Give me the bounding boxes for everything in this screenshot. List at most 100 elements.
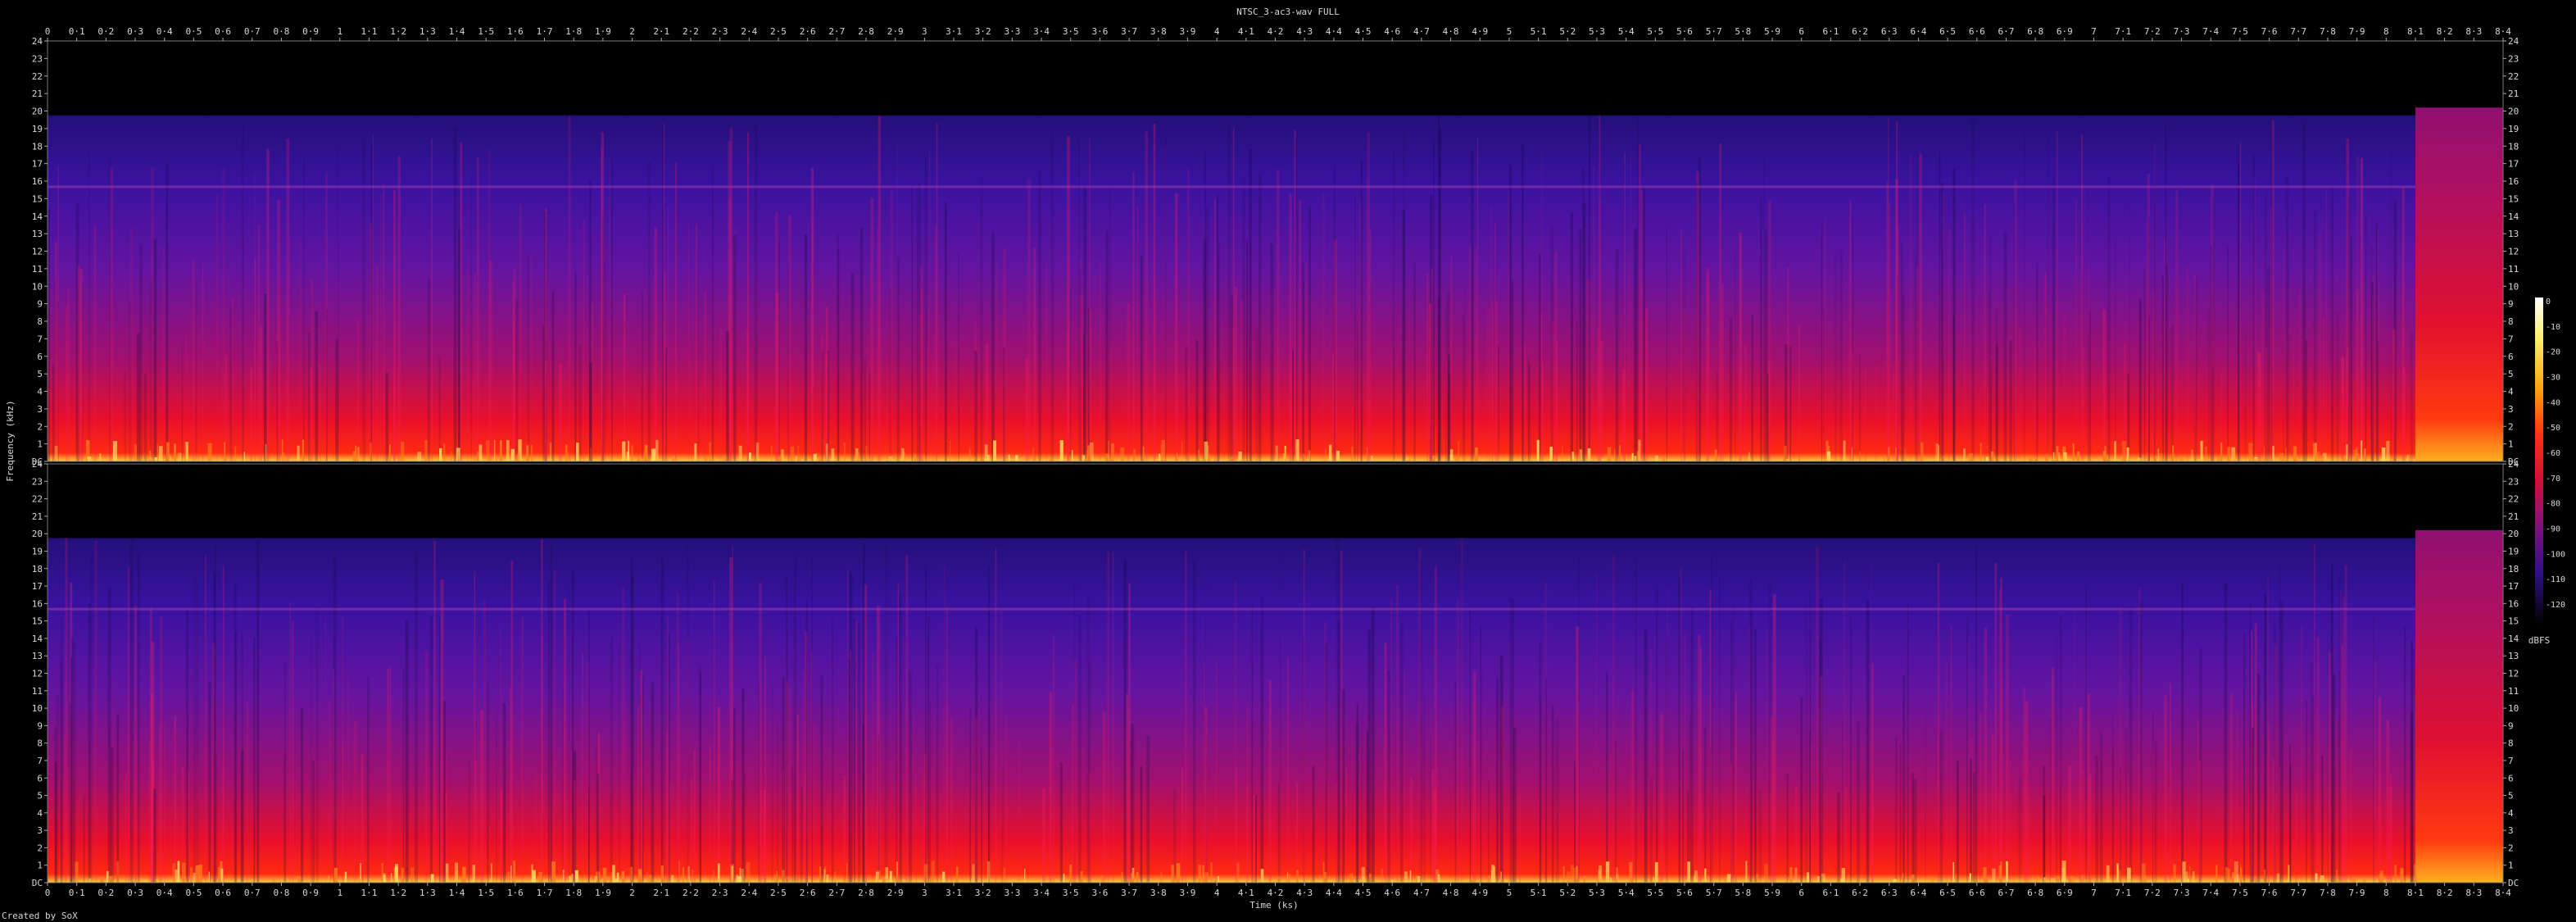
bass-energy — [1404, 871, 1408, 883]
spectrum-streak — [474, 571, 476, 883]
y-tick-label: 8 — [2508, 738, 2514, 749]
spectrum-streak — [2410, 711, 2414, 883]
x-tick-label: 2·1 — [653, 26, 669, 37]
bass-energy — [1160, 871, 1163, 883]
spectrum-streak — [911, 184, 914, 461]
spectrum-streak — [1140, 256, 1143, 461]
spectrum-streak — [292, 620, 294, 883]
spectrum-streak — [1457, 598, 1459, 883]
bass-energy — [2277, 873, 2279, 883]
bass-energy — [2220, 442, 2223, 461]
spectrum-streak — [487, 683, 489, 883]
bass-energy — [1260, 869, 1264, 883]
spectrum-streak — [1195, 339, 1199, 461]
bass-energy — [2294, 457, 2297, 461]
bass-energy — [1003, 868, 1006, 883]
bass-energy — [344, 871, 347, 883]
spectrum-streak — [1892, 365, 1895, 461]
spectrum-streak — [1444, 299, 1449, 461]
y-tick-label: 2 — [2508, 843, 2514, 853]
y-tick-label: 19 — [32, 124, 43, 134]
y-tick-label: 5 — [37, 791, 43, 802]
spectrum-streak — [870, 198, 874, 461]
spectrum-streak — [2274, 643, 2278, 883]
spectrum-streak — [786, 575, 788, 883]
bass-energy — [771, 445, 773, 461]
x-tick-label: 2·1 — [653, 888, 669, 898]
bass-energy — [234, 446, 237, 461]
bass-energy — [1408, 455, 1410, 461]
x-tick-label: 6·2 — [1852, 26, 1868, 37]
spectrum-streak — [1360, 160, 1363, 461]
spectrum-streak — [2081, 134, 2083, 461]
spectrum-streak — [1656, 585, 1658, 883]
spectrum-streak — [402, 668, 405, 883]
spectrum-streak — [2049, 718, 2052, 883]
bass-energy — [1605, 861, 1610, 883]
bass-energy — [526, 445, 529, 461]
spectrum-streak — [57, 301, 59, 461]
x-tick-label: 6·3 — [1881, 26, 1898, 37]
x-tick-label: 5·9 — [1764, 888, 1780, 898]
spectrum-streak — [1052, 634, 1055, 883]
spectrum-streak — [862, 723, 864, 883]
spectrum-streak — [1434, 788, 1437, 883]
y-tick-label: 14 — [2508, 634, 2519, 644]
spectrum-streak — [2005, 614, 2009, 883]
spectrum-streak — [1590, 280, 1593, 461]
bass-energy — [477, 451, 479, 461]
spectrum-streak — [1971, 120, 1975, 461]
x-tick-label: 7·1 — [2115, 26, 2131, 37]
spectrum-streak — [2321, 755, 2324, 883]
spectrum-streak — [1887, 118, 1889, 461]
spectrum-streak — [857, 623, 861, 883]
bass-energy — [694, 443, 697, 461]
bass-energy — [1968, 453, 1973, 461]
y-tick-label: 3 — [37, 404, 43, 415]
spectrum-streak — [2199, 761, 2201, 883]
spectrum-streak — [1078, 140, 1080, 461]
spectrum-streak — [2165, 670, 2166, 883]
x-tick-label: 5·5 — [1647, 26, 1663, 37]
spectrum-streak — [1798, 325, 1800, 461]
x-tick-label: 4·4 — [1326, 26, 1342, 37]
spectrum-streak — [240, 750, 244, 883]
spectrum-streak — [1305, 262, 1307, 461]
spectrum-streak — [1255, 329, 1259, 461]
x-tick-label: 5·7 — [1706, 888, 1722, 898]
spectrum-streak — [2244, 332, 2247, 461]
spectrum-streak — [266, 148, 270, 461]
spectrum-streak — [1492, 302, 1494, 461]
spectrum-streak — [513, 320, 515, 461]
spectrum-streak — [1766, 629, 1768, 883]
bass-energy — [1462, 456, 1467, 461]
x-tick-label: 6·9 — [2057, 888, 2073, 898]
x-tick-label: 2·3 — [712, 26, 728, 37]
bass-energy — [1322, 871, 1327, 883]
spectrum-streak — [676, 592, 679, 883]
y-tick-label: 6 — [37, 352, 43, 362]
x-tick-label: 6·8 — [2027, 888, 2043, 898]
bass-energy — [1609, 877, 1612, 883]
bass-energy — [381, 862, 383, 883]
spectrum-streak — [174, 715, 177, 883]
spectrum-streak — [137, 552, 140, 883]
spectrum-streak — [1486, 308, 1488, 461]
spectrum-streak — [353, 721, 357, 883]
x-tick-label: 0 — [45, 888, 51, 898]
bass-energy — [1976, 875, 1979, 883]
spectrum-streak — [1402, 210, 1406, 461]
bass-energy — [972, 864, 975, 883]
bass-energy — [177, 452, 182, 461]
spectrum-streak — [2186, 266, 2189, 461]
spectrum-streak — [2083, 770, 2084, 883]
spectrum-streak — [1754, 629, 1757, 883]
spectrum-streak — [2035, 262, 2039, 461]
spectrum-streak — [586, 660, 589, 883]
x-tick-label: 0·6 — [215, 888, 231, 898]
spectrum-streak — [1948, 228, 1951, 461]
spectrum-streak — [2152, 711, 2154, 883]
bass-energy — [1032, 447, 1034, 461]
spectrum-streak — [1903, 674, 1905, 883]
y-tick-label: 12 — [2508, 669, 2519, 679]
